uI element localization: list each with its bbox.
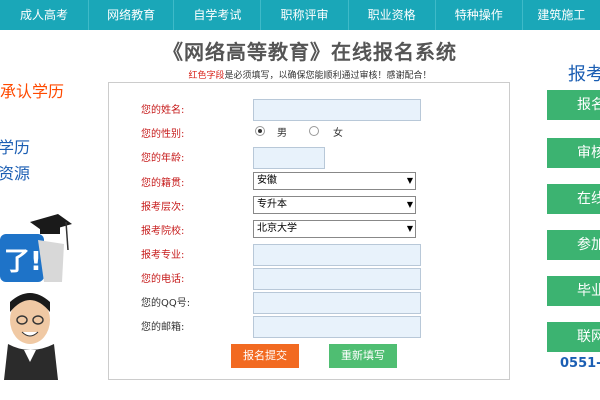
form-row-major: 报考专业: [109, 244, 509, 266]
phone-label: 您的电话: [141, 274, 185, 285]
qq-input[interactable] [253, 292, 421, 314]
origin-select-value: 安徽 [257, 175, 277, 186]
form-row-age: 您的年龄: [109, 147, 509, 169]
form-row-origin: 您的籍贯: 安徽 ▼ [109, 172, 509, 192]
email-label: 您的邮箱: [141, 322, 185, 333]
nav-item-vocational-qualification[interactable]: 职业资格 [349, 0, 436, 30]
reset-button[interactable]: 重新填写 [329, 344, 397, 368]
gender-male-radio[interactable] [255, 126, 265, 136]
gender-female-radio[interactable] [309, 126, 319, 136]
sidebar-button-attend[interactable]: 参加 [547, 230, 600, 260]
school-select[interactable]: 北京大学 ▼ [253, 220, 416, 238]
school-select-value: 北京大学 [257, 223, 297, 234]
notice-rest-text: 是必须填写，以确保您能顺利通过审核！感谢配合！ [224, 71, 432, 81]
major-label: 报考专业: [141, 250, 185, 261]
nav-item-construction[interactable]: 建筑施工 [523, 0, 600, 30]
level-select[interactable]: 专升本 ▼ [253, 196, 416, 214]
registration-form: 您的姓名: 您的性别: 男 女 您的年龄: 您的籍贯: 安徽 ▼ 报考层次: 专升… [108, 82, 510, 380]
gender-label: 您的性别: [141, 129, 185, 140]
form-row-gender: 您的性别: 男 女 [109, 123, 509, 143]
form-row-school: 报考院校: 北京大学 ▼ [109, 220, 509, 240]
gender-male-label: 男 [277, 128, 287, 139]
age-label: 您的年龄: [141, 153, 185, 164]
name-label: 您的姓名: [141, 105, 185, 116]
page-title: 《网络高等教育》在线报名系统 [163, 40, 457, 64]
form-row-name: 您的姓名: [109, 99, 509, 121]
top-navigation-bar: 成人高考 网络教育 自学考试 职称评审 职业资格 特种操作 建筑施工 [0, 0, 600, 30]
email-input[interactable] [253, 316, 421, 338]
form-row-email: 您的邮箱: [109, 316, 509, 338]
school-label: 报考院校: [141, 226, 185, 237]
promo-line-resources: 资源 [0, 164, 31, 183]
level-select-value: 专升本 [257, 199, 287, 210]
dropdown-arrow-icon: ▼ [406, 224, 413, 233]
gender-female-label: 女 [333, 128, 343, 139]
form-row-qq: 您的QQ号: [109, 292, 509, 314]
right-sidebar: 报考 报名 审核 在线 参加 毕业 联网 0551-6 [540, 56, 600, 400]
sidebar-button-online[interactable]: 在线 [547, 184, 600, 214]
promo-line-degree: 学历 [0, 138, 31, 157]
sidebar-button-network[interactable]: 联网 [547, 322, 600, 352]
form-row-level: 报考层次: 专升本 ▼ [109, 196, 509, 216]
dropdown-arrow-icon: ▼ [406, 200, 413, 209]
age-input[interactable] [253, 147, 325, 169]
nav-item-title-review[interactable]: 职称评审 [261, 0, 349, 30]
contact-phone: 0551-6 [560, 356, 600, 371]
sidebar-button-graduate[interactable]: 毕业 [547, 276, 600, 306]
form-notice: 红色字段是必须填写，以确保您能顺利通过审核！感谢配合！ [160, 68, 460, 81]
form-row-phone: 您的电话: [109, 268, 509, 290]
major-input[interactable] [253, 244, 421, 266]
sidebar-title: 报考 [568, 64, 600, 85]
nav-item-self-study[interactable]: 自学考试 [174, 0, 262, 30]
origin-select[interactable]: 安徽 ▼ [253, 172, 416, 190]
notice-required-text: 红色字段 [188, 71, 225, 81]
level-label: 报考层次: [141, 202, 185, 213]
name-input[interactable] [253, 99, 421, 121]
sidebar-button-register[interactable]: 报名 [547, 90, 600, 120]
student-photo: 了! [0, 210, 80, 380]
dropdown-arrow-icon: ▼ [406, 176, 413, 185]
nav-item-adult-exam[interactable]: 成人高考 [0, 0, 90, 30]
promo-line-accredited: 承认学历 [0, 82, 65, 101]
sidebar-button-review[interactable]: 审核 [547, 138, 600, 168]
nav-item-online-education[interactable]: 网络教育 [89, 0, 175, 30]
qq-label: 您的QQ号: [141, 298, 191, 309]
left-promo-banner: 承认学历 学历 资源 [0, 78, 70, 198]
submit-button[interactable]: 报名提交 [231, 344, 299, 368]
phone-input[interactable] [253, 268, 421, 290]
svg-text:了!: 了! [4, 247, 42, 277]
nav-item-special-operation[interactable]: 特种操作 [436, 0, 523, 30]
origin-label: 您的籍贯: [141, 178, 185, 189]
